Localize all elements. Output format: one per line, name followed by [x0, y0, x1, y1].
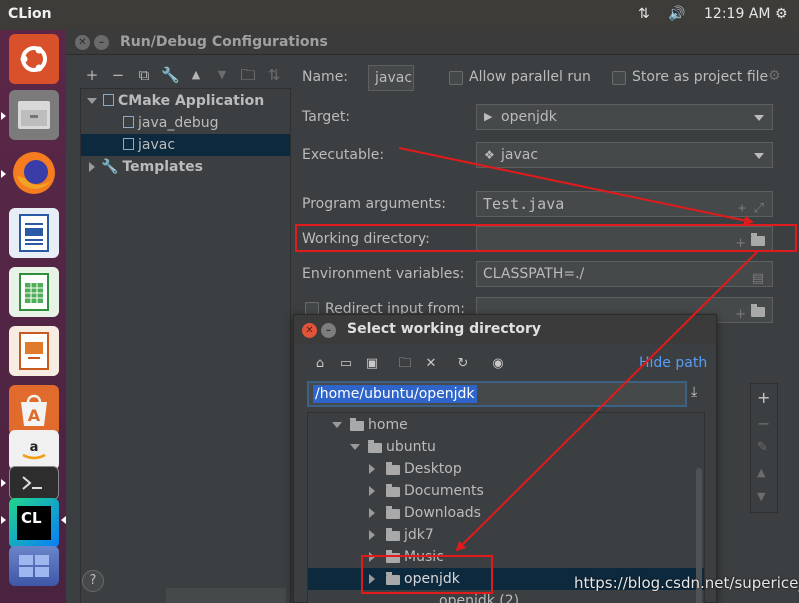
screen: CLion ⇅ 🔊 12:19 AM ⚙ A a CL ✕ – Run/Debu… — [0, 0, 799, 603]
watermark: https://blog.csdn.net/superice_ — [574, 574, 799, 592]
arrow-executable-to-browse — [398, 147, 754, 226]
arrow-browse-to-openjdk — [455, 251, 758, 552]
annotation-arrows — [398, 147, 758, 552]
